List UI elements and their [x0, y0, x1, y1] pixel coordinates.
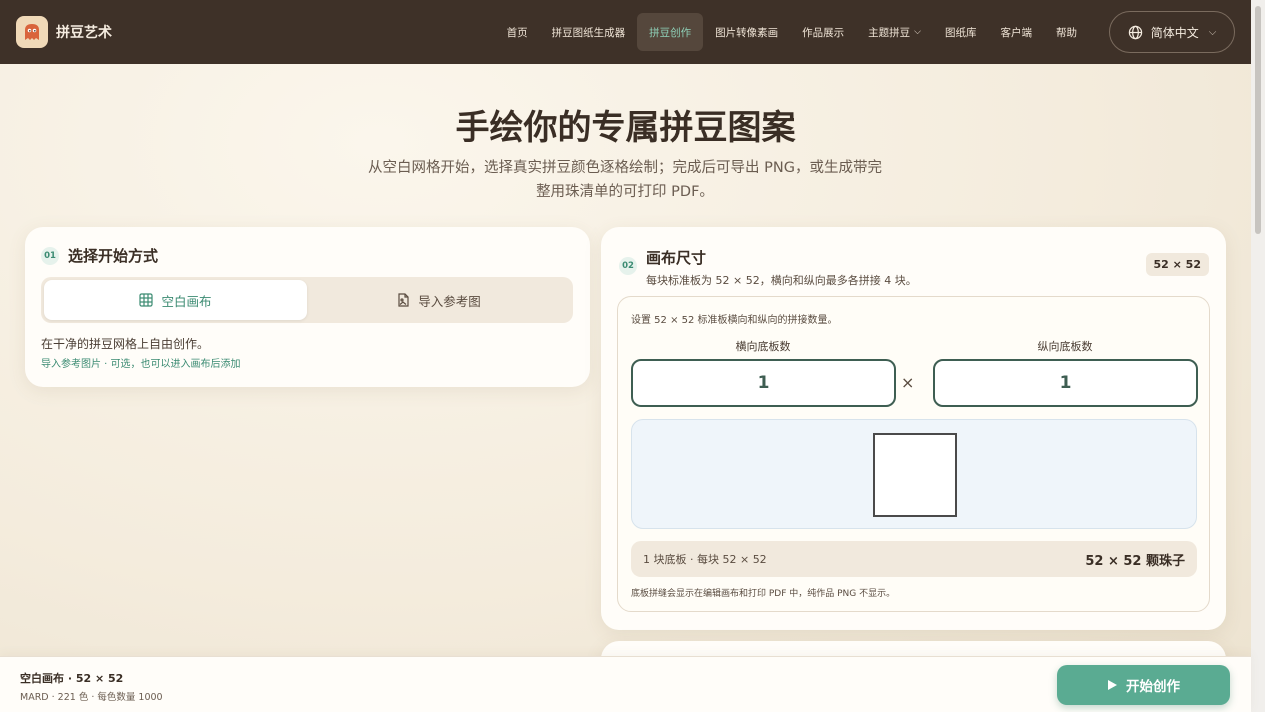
canvas-size-title: 画布尺寸 [646, 249, 707, 267]
nav-item-pattern-library[interactable]: 图纸库 [933, 13, 989, 51]
brand[interactable]: 拼豆艺术 [16, 16, 112, 48]
board-tile [873, 433, 957, 517]
horizontal-boards-label: 横向底板数 [735, 340, 791, 353]
import-reference-option[interactable]: 导入参考图 [307, 280, 570, 320]
nav-item-label: 首页 [506, 26, 528, 39]
play-icon [1107, 679, 1118, 691]
board-summary: 1 块底板 · 每块 52 × 52 52 × 52 颗珠子 [631, 541, 1197, 577]
nav-item-label: 图纸库 [945, 26, 977, 39]
nav-item-themes[interactable]: 主题拼豆 ⌵ [856, 13, 933, 51]
nav-item-client[interactable]: 客户端 [989, 13, 1045, 51]
nav-item-label: 拼豆创作 [649, 26, 692, 39]
nav-item-label: 主题拼豆 [868, 26, 911, 39]
nav-item-label: 帮助 [1056, 26, 1077, 39]
multiply-sign: × [901, 373, 915, 392]
start-mode-description: 在干净的拼豆网格上自由创作。 [41, 337, 210, 351]
nav-item-label: 图片转像素画 [715, 26, 779, 39]
nav-item-create[interactable]: 拼豆创作 [637, 13, 704, 51]
brand-name: 拼豆艺术 [56, 25, 112, 41]
start-mode-title: 选择开始方式 [68, 247, 159, 265]
selection-summary: 空白画布 · 52 × 52 [20, 672, 124, 685]
chevron-down-icon: ⌵ [1208, 26, 1217, 38]
bead-count-summary: 52 × 52 颗珠子 [1085, 553, 1185, 569]
scrollbar-thumb[interactable] [1255, 6, 1261, 234]
board-layout-preview [631, 419, 1197, 529]
nav-item-help[interactable]: 帮助 [1044, 13, 1089, 51]
nav-item-label: 拼豆图纸生成器 [551, 26, 626, 39]
start-mode-card: 01 选择开始方式 空白画布 导入参考图 在干净的拼豆网格上自由创作。 导入参考… [25, 227, 590, 387]
start-mode-hint: 导入参考图片 · 可选，也可以进入画布后添加 [41, 359, 241, 370]
blank-canvas-label: 空白画布 [161, 293, 212, 309]
subtitle-line-2: 整用珠清单的可打印 PDF。 [536, 184, 714, 200]
size-badge: 52 × 52 [1145, 253, 1209, 276]
seam-note: 底板拼缝会显示在编辑画布和打印 PDF 中，纯作品 PNG 不显示。 [631, 589, 896, 599]
canvas-size-header: 02 画布尺寸 每块标准板为 52 × 52，横向和纵向最多各拼接 4 块。 [619, 247, 917, 288]
nav-item-gallery[interactable]: 作品展示 [790, 13, 856, 51]
nav-menu: 首页 拼豆图纸生成器 拼豆创作 图片转像素画 作品展示 主题拼豆 ⌵ 图纸库 客户… [495, 13, 1089, 51]
start-creating-label: 开始创作 [1126, 679, 1180, 695]
bottom-action-bar: 空白画布 · 52 × 52 MARD · 221 色 · 每色数量 1000 … [0, 656, 1251, 712]
settings-description: 设置 52 × 52 标准板横向和纵向的拼接数量。 [631, 315, 838, 326]
import-reference-label: 导入参考图 [418, 293, 481, 309]
board-count-summary: 1 块底板 · 每块 52 × 52 [643, 553, 767, 566]
canvas-size-subtitle: 每块标准板为 52 × 52，横向和纵向最多各拼接 4 块。 [646, 274, 917, 287]
start-mode-header: 01 选择开始方式 [41, 245, 158, 266]
step-badge: 01 [41, 246, 59, 265]
page-title: 手绘你的专属拼豆图案 [455, 108, 796, 148]
logo-icon [16, 16, 48, 48]
language-selector[interactable]: 简体中文 ⌵ [1109, 11, 1235, 53]
subtitle-line-1: 从空白网格开始，选择真实拼豆颜色逐格绘制；完成后可导出 PNG，或生成带完 [368, 160, 882, 176]
blank-canvas-option[interactable]: 空白画布 [44, 280, 307, 320]
chevron-down-icon: ⌵ [914, 27, 921, 37]
page-scrollbar[interactable] [1251, 0, 1265, 712]
vertical-boards-label: 纵向底板数 [1037, 340, 1093, 353]
horizontal-boards-input[interactable]: 1 [631, 359, 896, 407]
start-mode-toggle: 空白画布 导入参考图 [41, 277, 573, 323]
language-label: 简体中文 [1150, 25, 1199, 40]
grid-icon [139, 293, 154, 307]
page-subtitle: 从空白网格开始，选择真实拼豆颜色逐格绘制；完成后可导出 PNG，或生成带完 整用… [330, 156, 920, 204]
canvas-size-card: 02 画布尺寸 每块标准板为 52 × 52，横向和纵向最多各拼接 4 块。 5… [601, 227, 1226, 630]
nav-item-image-to-pixel[interactable]: 图片转像素画 [703, 13, 790, 51]
start-creating-button[interactable]: 开始创作 [1057, 665, 1230, 705]
board-settings-panel: 设置 52 × 52 标准板横向和纵向的拼接数量。 横向底板数 1 × 纵向底板… [617, 296, 1210, 612]
top-nav: 拼豆艺术 首页 拼豆图纸生成器 拼豆创作 图片转像素画 作品展示 主题拼豆 ⌵ 图… [0, 0, 1251, 64]
palette-summary: MARD · 221 色 · 每色数量 1000 [20, 692, 163, 703]
vertical-boards-input[interactable]: 1 [933, 359, 1198, 407]
image-file-icon [396, 293, 410, 307]
step-badge: 02 [619, 257, 637, 275]
nav-item-home[interactable]: 首页 [495, 13, 540, 51]
globe-icon [1128, 25, 1143, 40]
nav-item-pattern-generator[interactable]: 拼豆图纸生成器 [540, 13, 638, 51]
nav-item-label: 作品展示 [802, 26, 845, 39]
nav-item-label: 客户端 [1000, 26, 1033, 39]
